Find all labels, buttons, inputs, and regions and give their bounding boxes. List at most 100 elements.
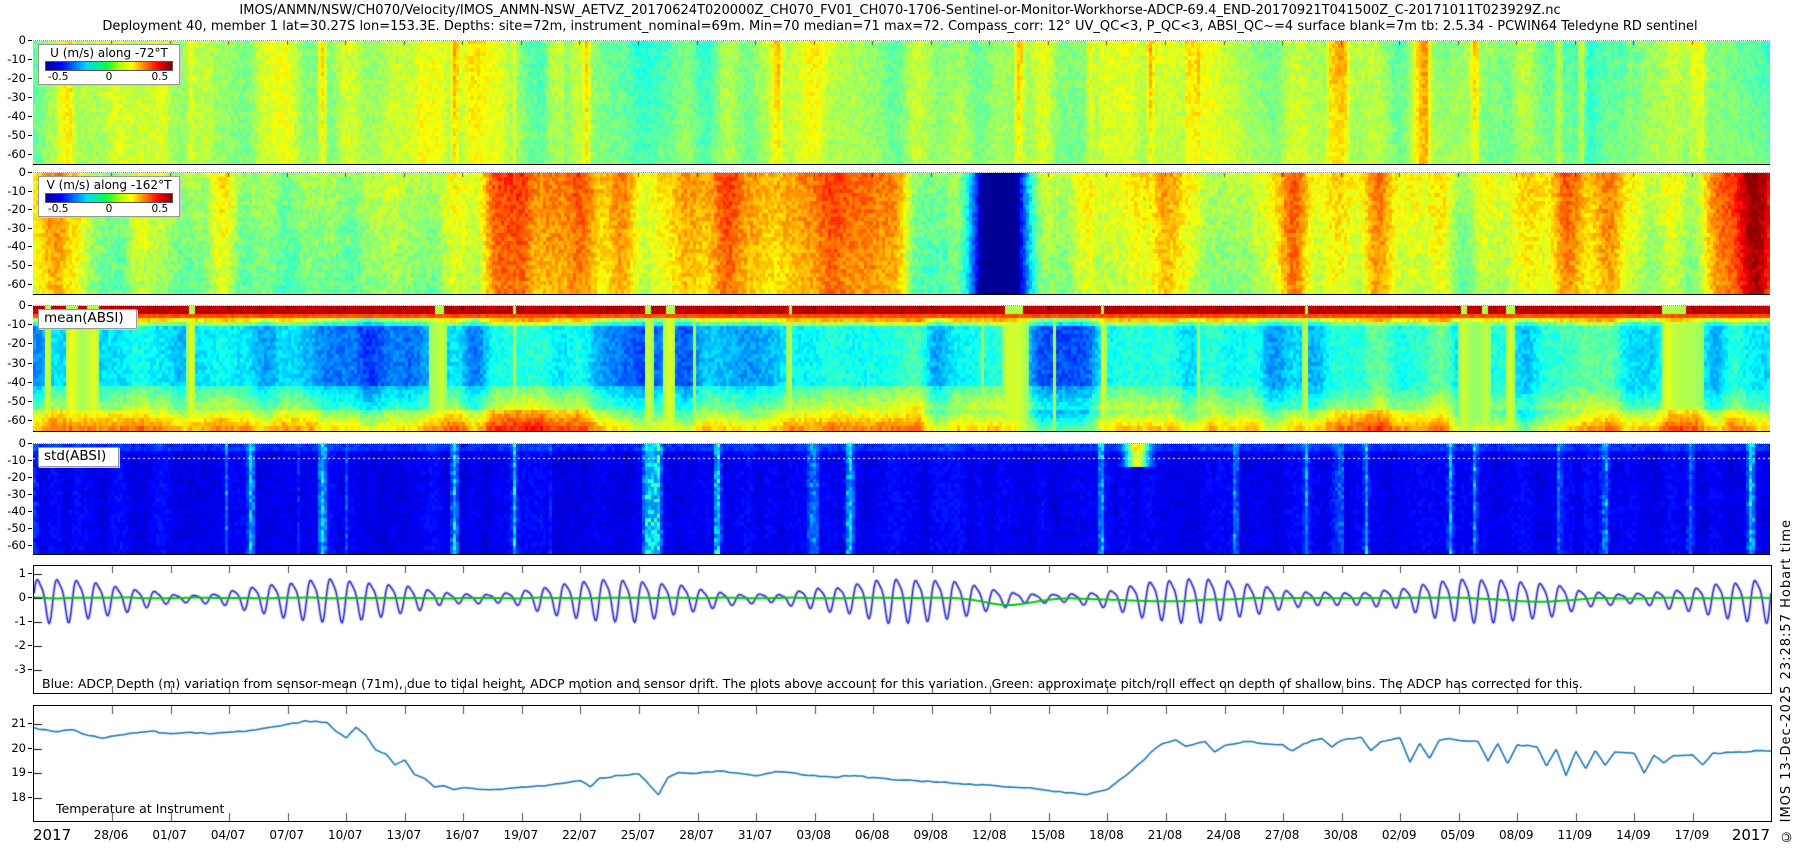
y-tick-mark bbox=[28, 723, 32, 724]
x-tick-label: 16/07 bbox=[445, 828, 480, 842]
title-filename: IMOS/ANMN/NSW/CH070/Velocity/IMOS_ANMN-N… bbox=[0, 3, 1800, 18]
x-tick-label: 21/08 bbox=[1148, 828, 1183, 842]
temperature-label: Temperature at Instrument bbox=[56, 801, 224, 816]
y-tick-mark bbox=[28, 621, 32, 622]
mean-absi-label: mean(ABSI) bbox=[38, 309, 137, 329]
y-tick-mark bbox=[28, 305, 32, 306]
y-tick-mark bbox=[28, 748, 32, 749]
depth-tick-label: -40 bbox=[0, 110, 26, 122]
x-tick-label: 01/07 bbox=[152, 828, 187, 842]
depth-tick-label: -20 bbox=[0, 72, 26, 84]
x-tick-label: 04/07 bbox=[211, 828, 246, 842]
v-colorbar-tick-zero: 0 bbox=[106, 203, 113, 215]
imos-copyright-watermark: © IMOS 13-Dec-2025 23:28:57 Hobart time bbox=[1779, 519, 1794, 844]
y-tick-mark bbox=[28, 797, 32, 798]
depth-tick-label: -10 bbox=[0, 53, 26, 65]
y-tick-mark bbox=[28, 191, 32, 192]
x-tick-label: 05/09 bbox=[1440, 828, 1475, 842]
depth-tick-label: -60 bbox=[0, 414, 26, 426]
x-tick-label: 19/07 bbox=[504, 828, 539, 842]
x-tick-label: 31/07 bbox=[738, 828, 773, 842]
depth-tick-label: -30 bbox=[0, 222, 26, 234]
x-tick-label: 30/08 bbox=[1323, 828, 1358, 842]
y-tick-mark bbox=[28, 382, 32, 383]
x-tick-label: 27/08 bbox=[1265, 828, 1300, 842]
u-colorbar-tick-pos: 0.5 bbox=[151, 71, 168, 83]
std-absi-label: std(ABSI) bbox=[38, 447, 119, 467]
temperature-tick-label: 21 bbox=[0, 717, 26, 729]
depth-tick-label: -30 bbox=[0, 357, 26, 369]
y-tick-mark bbox=[28, 443, 32, 444]
title-deployment-info: Deployment 40, member 1 lat=30.27S lon=1… bbox=[0, 19, 1800, 34]
temperature-plot bbox=[34, 706, 1771, 821]
x-tick-label: 02/09 bbox=[1382, 828, 1417, 842]
depth-tick-label: -60 bbox=[0, 148, 26, 160]
depth-tick-label: -40 bbox=[0, 505, 26, 517]
y-tick-mark bbox=[28, 154, 32, 155]
x-tick-label: 18/08 bbox=[1089, 828, 1124, 842]
y-tick-mark bbox=[28, 573, 32, 574]
y-tick-mark bbox=[28, 669, 32, 670]
y-tick-mark bbox=[28, 40, 32, 41]
depth-variation-tick-label: -1 bbox=[0, 615, 26, 627]
y-tick-mark bbox=[28, 494, 32, 495]
depth-tick-label: -60 bbox=[0, 278, 26, 290]
v-velocity-heatmap bbox=[33, 172, 1770, 295]
depth-tick-label: -20 bbox=[0, 337, 26, 349]
x-tick-label: 13/07 bbox=[387, 828, 422, 842]
v-velocity-legend: V (m/s) along -162°T -0.5 0 0.5 bbox=[38, 176, 180, 217]
depth-variation-panel: Blue: ADCP Depth (m) variation from sens… bbox=[33, 565, 1772, 694]
y-tick-mark bbox=[28, 172, 32, 173]
depth-tick-label: -10 bbox=[0, 454, 26, 466]
v-colorbar bbox=[45, 193, 173, 203]
x-tick-label: 08/09 bbox=[1499, 828, 1534, 842]
x-tick-label: 22/07 bbox=[562, 828, 597, 842]
depth-tick-label: -10 bbox=[0, 318, 26, 330]
v-legend-title: V (m/s) along -162°T bbox=[43, 178, 175, 192]
x-tick-label: 12/08 bbox=[972, 828, 1007, 842]
x-tick-label: 28/07 bbox=[679, 828, 714, 842]
depth-tick-label: -20 bbox=[0, 471, 26, 483]
depth-variation-tick-label: 1 bbox=[0, 567, 26, 579]
depth-tick-label: -60 bbox=[0, 539, 26, 551]
depth-tick-label: -20 bbox=[0, 203, 26, 215]
u-legend-title: U (m/s) along -72°T bbox=[43, 46, 175, 60]
depth-tick-label: 0 bbox=[0, 166, 26, 178]
temperature-panel: Temperature at Instrument bbox=[33, 705, 1772, 822]
x-tick-label: 10/07 bbox=[328, 828, 363, 842]
depth-tick-label: -50 bbox=[0, 395, 26, 407]
x-tick-label: 24/08 bbox=[1206, 828, 1241, 842]
std-absi-heatmap bbox=[33, 443, 1770, 555]
x-tick-label: 03/08 bbox=[796, 828, 831, 842]
y-tick-mark bbox=[28, 645, 32, 646]
depth-tick-label: -30 bbox=[0, 488, 26, 500]
u-colorbar-ticks: -0.5 0 0.5 bbox=[43, 71, 175, 83]
x-tick-label: 14/09 bbox=[1616, 828, 1651, 842]
y-tick-mark bbox=[28, 401, 32, 402]
adcp-report-figure: IMOS/ANMN/NSW/CH070/Velocity/IMOS_ANMN-N… bbox=[0, 0, 1800, 850]
v-colorbar-tick-pos: 0.5 bbox=[151, 203, 168, 215]
y-tick-mark bbox=[28, 511, 32, 512]
y-tick-mark bbox=[28, 420, 32, 421]
y-tick-mark bbox=[28, 265, 32, 266]
depth-tick-label: -50 bbox=[0, 259, 26, 271]
y-tick-mark bbox=[28, 246, 32, 247]
y-tick-mark bbox=[28, 116, 32, 117]
x-axis-year-end: 2017 bbox=[1732, 826, 1770, 844]
depth-variation-annotation: Blue: ADCP Depth (m) variation from sens… bbox=[42, 676, 1583, 691]
x-tick-label: 06/08 bbox=[855, 828, 890, 842]
depth-variation-plot bbox=[34, 566, 1771, 693]
y-tick-mark bbox=[28, 228, 32, 229]
y-tick-mark bbox=[28, 363, 32, 364]
temperature-tick-label: 19 bbox=[0, 766, 26, 778]
depth-tick-label: -10 bbox=[0, 185, 26, 197]
x-tick-label: 09/08 bbox=[913, 828, 948, 842]
y-tick-mark bbox=[28, 97, 32, 98]
u-colorbar-tick-zero: 0 bbox=[106, 71, 113, 83]
u-velocity-legend: U (m/s) along -72°T -0.5 0 0.5 bbox=[38, 44, 180, 85]
temperature-tick-label: 18 bbox=[0, 791, 26, 803]
y-tick-mark bbox=[28, 528, 32, 529]
depth-tick-label: 0 bbox=[0, 34, 26, 46]
u-colorbar bbox=[45, 61, 173, 71]
y-tick-mark bbox=[28, 135, 32, 136]
